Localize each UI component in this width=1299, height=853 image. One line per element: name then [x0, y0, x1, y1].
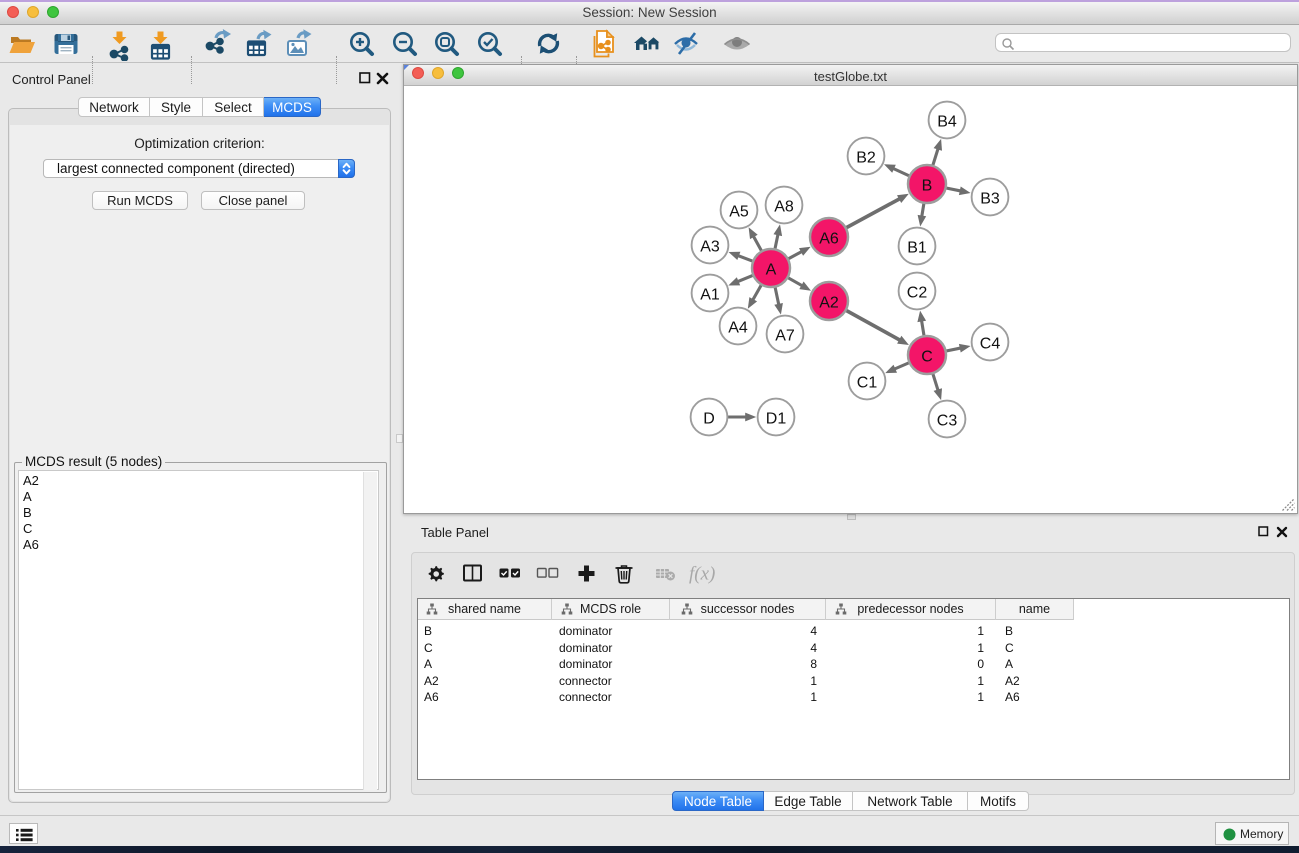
svg-text:A7: A7	[775, 328, 795, 345]
svg-text:A5: A5	[729, 204, 749, 221]
svg-text:A4: A4	[728, 320, 748, 337]
svg-text:B3: B3	[980, 191, 1000, 208]
svg-text:D: D	[703, 411, 715, 428]
svg-text:B2: B2	[856, 150, 876, 167]
svg-text:A3: A3	[700, 239, 720, 256]
svg-text:B4: B4	[937, 114, 957, 131]
svg-text:A8: A8	[774, 199, 794, 216]
svg-text:f(x): f(x)	[689, 564, 715, 585]
svg-text:D1: D1	[766, 411, 787, 428]
svg-text:B: B	[922, 178, 933, 195]
svg-text:C1: C1	[857, 375, 878, 392]
svg-text:C3: C3	[937, 413, 958, 430]
svg-text:C: C	[921, 349, 933, 366]
svg-text:C4: C4	[980, 336, 1001, 353]
svg-text:A: A	[766, 262, 777, 279]
svg-text:A6: A6	[819, 231, 839, 248]
svg-text:C2: C2	[907, 285, 928, 302]
svg-text:A1: A1	[700, 287, 720, 304]
svg-text:B1: B1	[907, 240, 927, 257]
svg-text:A2: A2	[819, 295, 839, 312]
